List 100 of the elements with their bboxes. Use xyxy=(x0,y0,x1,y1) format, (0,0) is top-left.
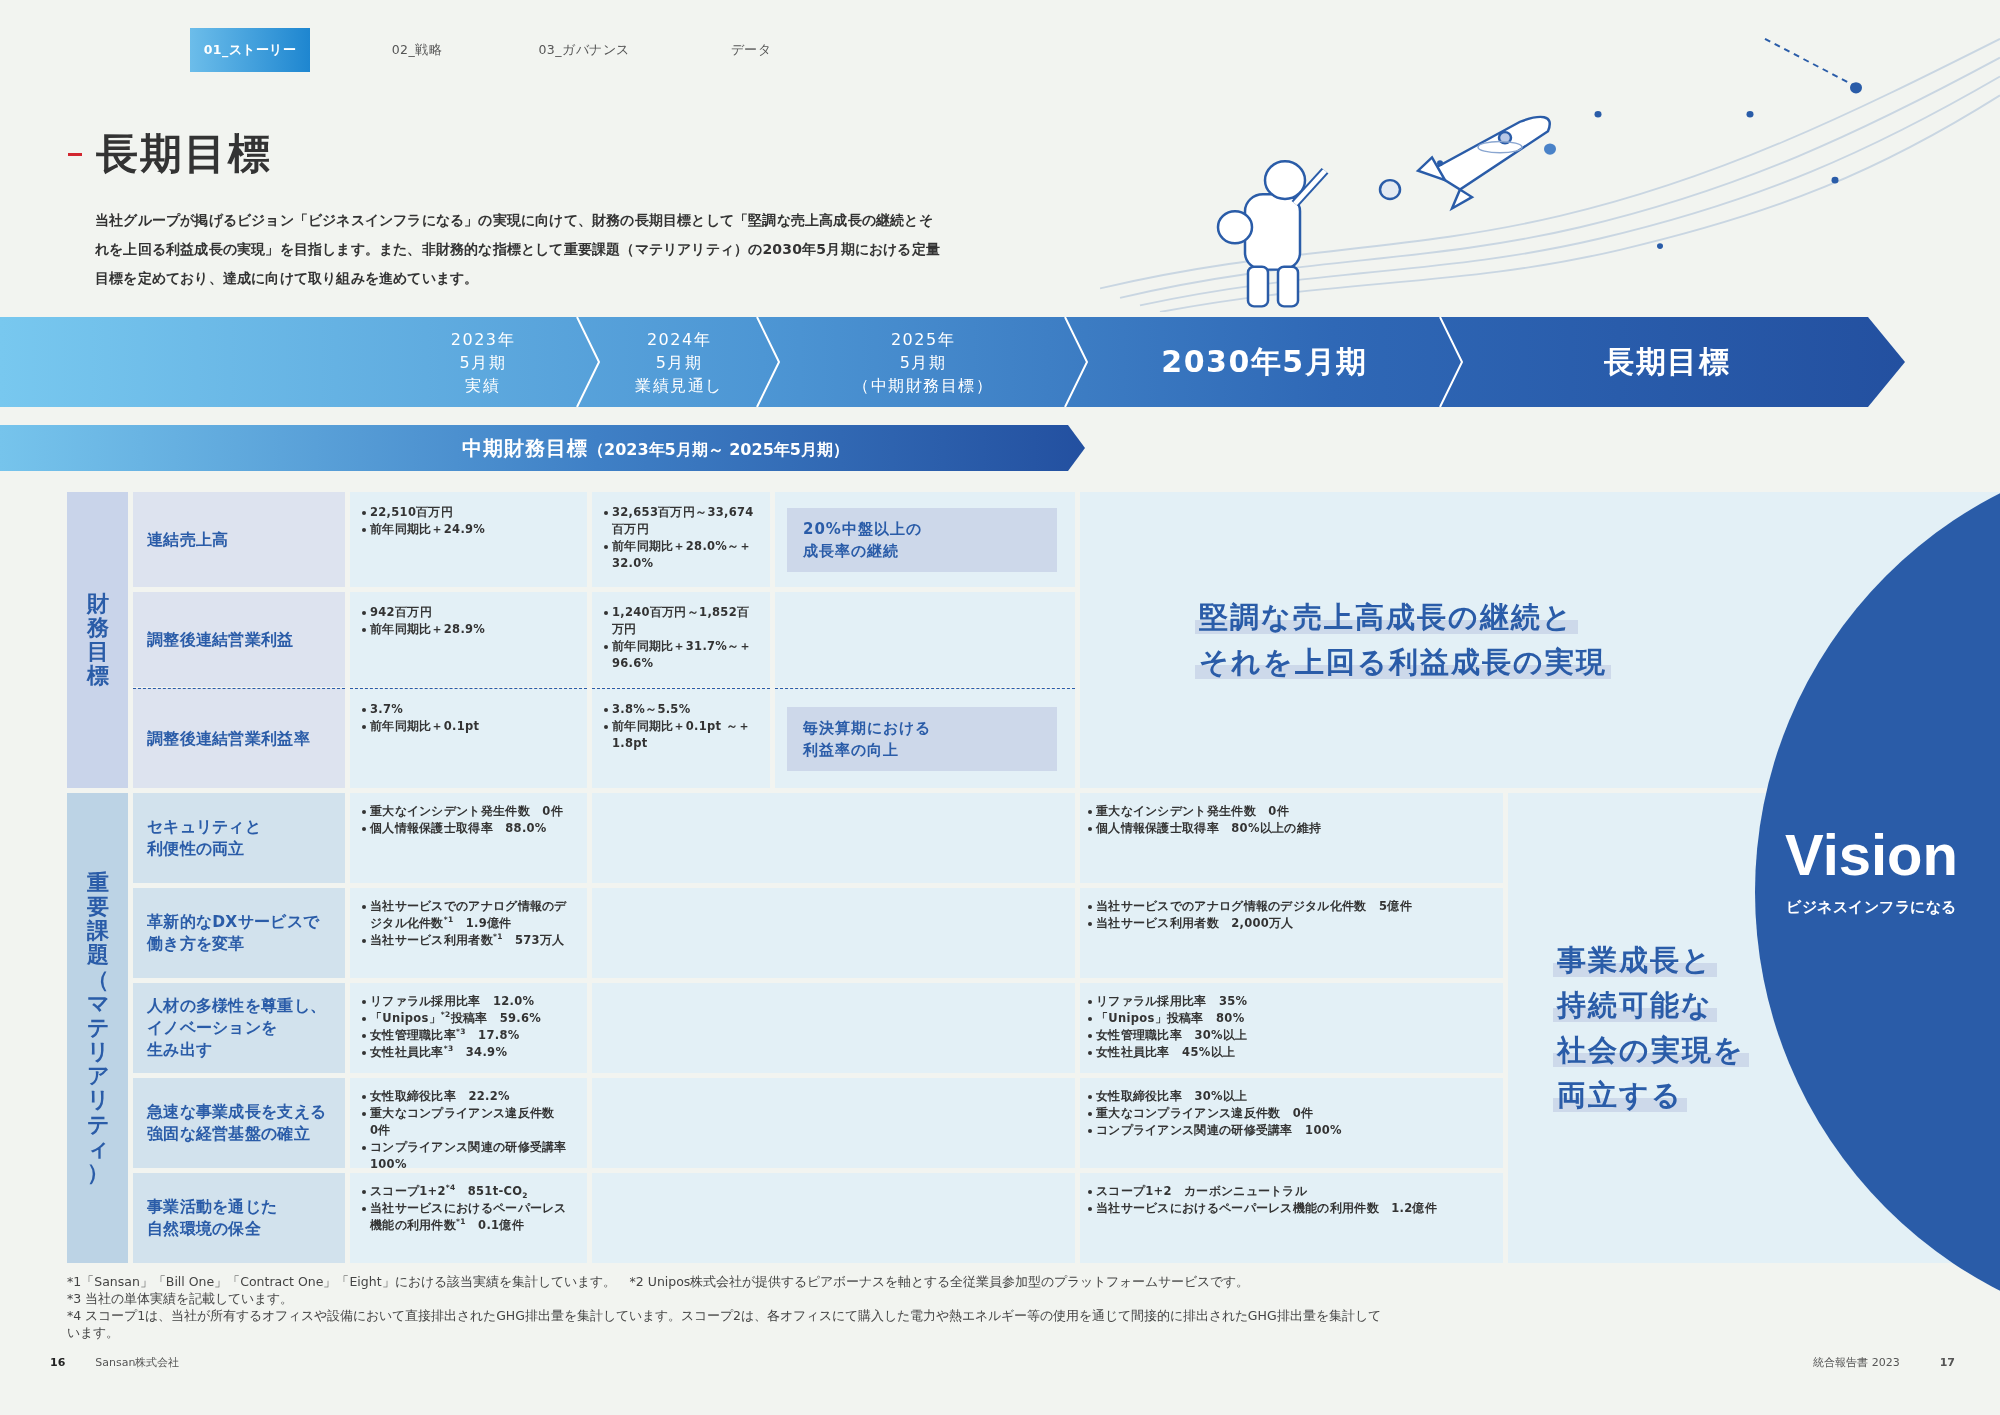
target-box: 20%中盤以上の 成長率の継続 xyxy=(787,507,1057,572)
metric-text: 前年同期比＋31.7%～＋96.6% xyxy=(612,638,753,672)
footnote: *1「Sansan」「Bill One」「Contract One」「Eight」における該当実績を集計しています。 xyxy=(67,1273,616,1290)
bullet-icon xyxy=(1088,1051,1092,1055)
row-label: 調整後連結営業利益 xyxy=(133,592,345,687)
metric-text: 女性社員比率$^{*3}$ 34.9% xyxy=(370,1044,508,1061)
metric-text: 942百万円 xyxy=(370,604,432,621)
timeline-label: 2023年 5月期 実績 xyxy=(450,328,515,397)
row-label: 急速な事業成長を支える 強固な経営基盤の確立 xyxy=(133,1078,345,1168)
row-label: 人材の多様性を尊重し、 イノベーションを 生み出す xyxy=(133,983,345,1073)
intro-paragraph: 当社グループが掲げるビジョン「ビジネスインフラになる」の実現に向けて、財務の長期目標として「堅調な売上高成長の継続とそれを上回る利益成長の実現」を目指します。また、非財務的な指標として重要課題（マテリアリティ）の2030年5月期における定量目標を定めており、達成に向けて取り組みを進めています。 xyxy=(95,211,941,288)
metric-text: 女性取締役比率 22.2% xyxy=(370,1088,510,1105)
chevron-icon xyxy=(575,317,603,407)
metric-text: 当社サービス利用者数$^{*1}$ 573万人 xyxy=(370,932,565,949)
page-number: 16 xyxy=(50,1356,66,1369)
metric-text: 1,240百万円～1,852百万円 xyxy=(612,604,751,638)
row-label: 事業活動を通じた 自然環境の保全 xyxy=(133,1173,345,1263)
chevron-icon xyxy=(755,317,783,407)
metric-text: 女性取締役比率 30%以上 xyxy=(1096,1088,1248,1105)
bullet-icon xyxy=(1088,1129,1092,1133)
metric-text: 重大なコンプライアンス違反件数 0件 xyxy=(370,1105,556,1139)
metric-text: 個人情報保護士取得率 80%以上の維持 xyxy=(1096,820,1322,837)
bullet-icon xyxy=(362,1207,366,1211)
target-box: 毎決算期における 利益率の向上 xyxy=(787,706,1057,771)
bullet-icon xyxy=(1088,922,1092,926)
bullet-icon xyxy=(362,1051,366,1055)
bullet-icon xyxy=(1088,1112,1092,1116)
row-label: 連結売上高 xyxy=(133,492,345,587)
mid-term-label: 中期財務目標（2023年5月期～ 2025年5月期） xyxy=(462,434,849,462)
bullet-icon xyxy=(362,1095,366,1099)
nav-tab[interactable]: 03_ガバナンス xyxy=(524,28,644,72)
vision-title: Vision xyxy=(1785,821,1958,889)
metric-text: 重大なインシデント発生件数 0件 xyxy=(370,803,563,820)
bullet-icon xyxy=(362,810,366,814)
bullet-icon xyxy=(1088,810,1092,814)
row-label: 革新的なDXサービスで 働き方を変革 xyxy=(133,888,345,978)
metric-text: 女性管理職比率$^{*3}$ 17.8% xyxy=(370,1027,520,1044)
bullet-icon xyxy=(362,827,366,831)
bullet-icon xyxy=(362,1017,366,1021)
bullet-icon xyxy=(362,511,366,515)
bullet-icon xyxy=(604,511,608,515)
metric-text: 前年同期比＋24.9% xyxy=(370,521,486,538)
metric-text: 32,653百万円～33,674百万円 xyxy=(612,504,755,538)
metric-text: 「Unipos」投稿率 80% xyxy=(1096,1010,1245,1027)
bullet-icon xyxy=(362,1112,366,1116)
metric-text: 前年同期比＋0.1pt xyxy=(370,718,480,735)
bullet-icon xyxy=(362,628,366,632)
metric-text: コンプライアンス関連の研修受講率 100% xyxy=(370,1139,568,1173)
bullet-icon xyxy=(1088,1190,1092,1194)
bullet-icon xyxy=(1088,1034,1092,1038)
bullet-icon xyxy=(362,1034,366,1038)
bullet-icon xyxy=(604,611,608,615)
bullet-icon xyxy=(1088,827,1092,831)
section-label: 財務目標 xyxy=(67,492,128,788)
metric-text: 女性社員比率 45%以上 xyxy=(1096,1044,1236,1061)
footnote: *4 スコープ1は、当社が所有するオフィスや設備において直接排出されたGHG排出量を集計しています。スコープ2は、各オフィスにて購入した電力や熱エネルギー等の使用を通じて間接的に排出されたGHG排出量を集計しています。 xyxy=(67,1307,1382,1341)
metric-text: 当社サービスでのアナログ情報のデジタル化件数$^{*1}$ 1.9億件 xyxy=(370,898,568,932)
section-label: 重要課題（マテリアリティ） xyxy=(67,793,128,1263)
metric-text: 重大なインシデント発生件数 0件 xyxy=(1096,803,1289,820)
metric-text: 当社サービスにおけるペーパーレス機能の利用件数$^{*1}$ 0.1億件 xyxy=(370,1200,568,1234)
timeline-label: 2030年5月期 xyxy=(1161,344,1368,380)
metric-text: 当社サービスにおけるペーパーレス機能の利用件数 1.2億件 xyxy=(1096,1200,1438,1217)
footnote: *2 Unipos株式会社が提供するピアボーナスを軸とする全従業員参加型のプラットフォームサービスです。 xyxy=(629,1273,1250,1290)
metric-text: 3.7% xyxy=(370,701,404,718)
bullet-icon xyxy=(1088,905,1092,909)
metric-text: リファラル採用比率 12.0% xyxy=(370,993,535,1010)
bullet-icon xyxy=(1088,1000,1092,1004)
bullet-icon xyxy=(604,545,608,549)
bullet-icon xyxy=(604,725,608,729)
row-label: 調整後連結営業利益率 xyxy=(133,688,345,788)
metric-text: 「Unipos」$^{*2}$投稿率 59.6% xyxy=(370,1010,542,1027)
bullet-icon xyxy=(1088,1017,1092,1021)
timeline-label: 2025年 5月期 （中期財務目標） xyxy=(853,328,993,397)
metric-text: 当社サービスでのアナログ情報のデジタル化件数 5億件 xyxy=(1096,898,1412,915)
bullet-icon xyxy=(362,1146,366,1150)
bullet-icon xyxy=(362,939,366,943)
timeline-label: 2024年 5月期 業績見通し xyxy=(635,328,723,397)
chevron-icon xyxy=(1438,317,1466,407)
bullet-icon xyxy=(362,1000,366,1004)
nav-tab[interactable]: 02_戦略 xyxy=(357,28,477,72)
vision-subtitle: ビジネスインフラになる xyxy=(1786,898,1957,917)
metric-text: 個人情報保護士取得率 88.0% xyxy=(370,820,547,837)
heading-dash xyxy=(68,152,82,156)
metric-text: リファラル採用比率 35% xyxy=(1096,993,1248,1010)
bullet-icon xyxy=(604,645,608,649)
bullet-icon xyxy=(1088,1207,1092,1211)
bullet-icon xyxy=(362,905,366,909)
timeline-label: 長期目標 xyxy=(1604,344,1730,380)
metric-text: コンプライアンス関連の研修受講率 100% xyxy=(1096,1122,1342,1139)
metric-text: 前年同期比＋28.9% xyxy=(370,621,486,638)
footnote: *3 当社の単体実績を記載しています。 xyxy=(67,1290,294,1307)
bullet-icon xyxy=(362,528,366,532)
nav-tab[interactable]: データ xyxy=(691,28,811,72)
metric-text: 女性管理職比率 30%以上 xyxy=(1096,1027,1248,1044)
bullet-icon xyxy=(362,708,366,712)
page-title: 長期目標 xyxy=(96,128,272,180)
bullet-icon xyxy=(362,611,366,615)
metric-text: 前年同期比＋28.0%～＋32.0% xyxy=(612,538,753,572)
chevron-icon xyxy=(1063,317,1091,407)
company-name: Sansan株式会社 xyxy=(95,1355,180,1370)
